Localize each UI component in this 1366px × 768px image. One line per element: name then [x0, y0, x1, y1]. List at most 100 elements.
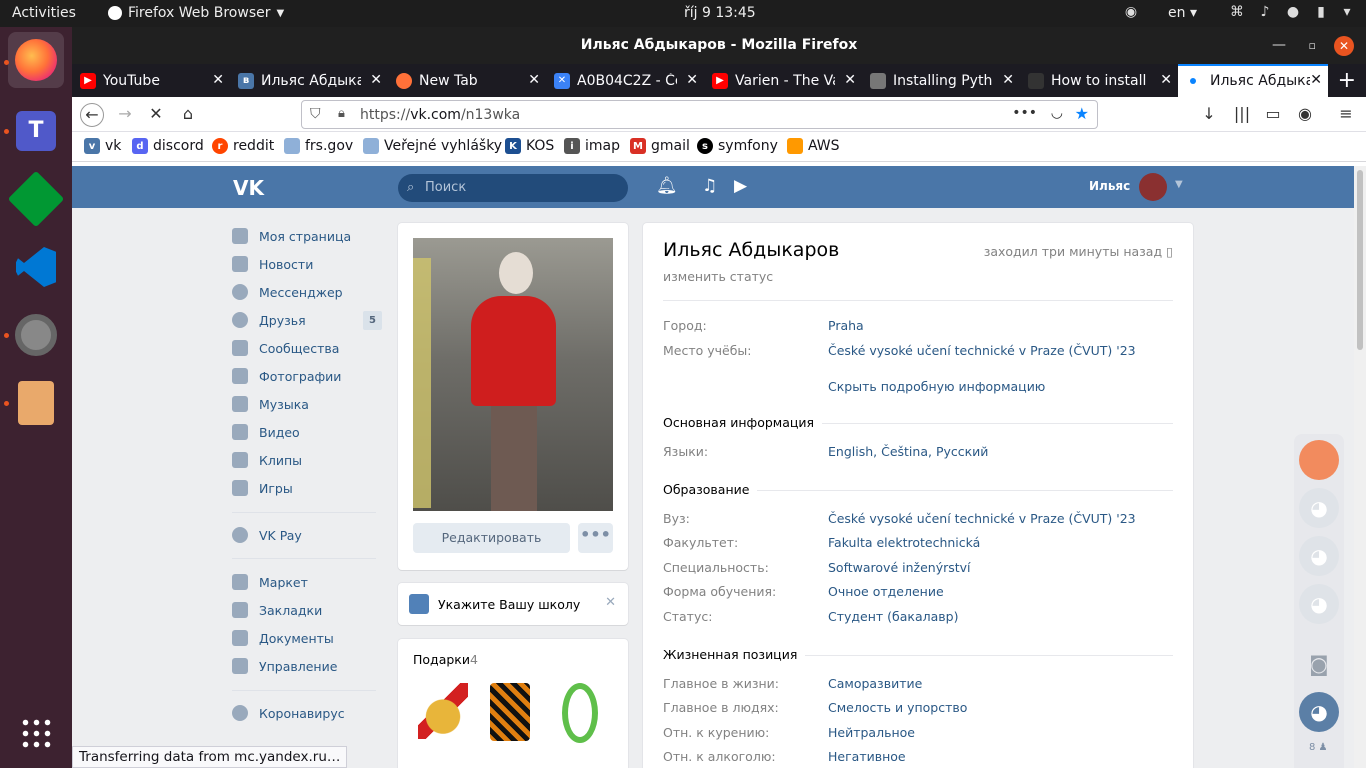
nav-clips[interactable]: Клипы: [232, 446, 382, 474]
study-value[interactable]: České vysoké učení technické v Praze (ČV…: [828, 343, 1136, 358]
microphone-icon[interactable]: ●: [1284, 4, 1302, 22]
pocket-icon[interactable]: ◡: [1051, 105, 1063, 121]
close-icon[interactable]: ✕: [605, 595, 616, 610]
hide-details-link[interactable]: Скрыть подробную информацию: [828, 379, 1045, 394]
dock-firefox[interactable]: [8, 32, 64, 88]
tab-youtube[interactable]: ▶ YouTube ✕: [72, 64, 230, 97]
close-tab-icon[interactable]: ✕: [212, 72, 224, 88]
sidebar-icon[interactable]: ▭: [1263, 104, 1283, 124]
bookmark-symfony[interactable]: s symfony: [697, 138, 778, 154]
life-main-value[interactable]: Саморазвитие: [828, 676, 922, 691]
alcohol-value[interactable]: Негативное: [828, 749, 906, 764]
bookmark-discord[interactable]: d discord: [132, 138, 204, 154]
dock-settings[interactable]: [8, 307, 64, 363]
bookmark-kos[interactable]: K KOS: [505, 138, 554, 154]
specialty-value[interactable]: Softwarové inženýrství: [828, 560, 971, 575]
system-menu-icon[interactable]: ▾: [1338, 4, 1356, 22]
volume-icon[interactable]: ♪: [1256, 4, 1274, 22]
stop-loading-button[interactable]: ✕: [146, 104, 166, 124]
close-tab-icon[interactable]: ✕: [528, 72, 540, 88]
close-tab-icon[interactable]: ✕: [686, 72, 698, 88]
notifications-bell-icon[interactable]: 🔔︎: [656, 176, 678, 196]
dock-vscode[interactable]: [8, 239, 64, 295]
url-text[interactable]: https://vk.com/n13wka: [360, 107, 520, 123]
user-name-short[interactable]: Ильяс: [1089, 179, 1130, 193]
nav-coronavirus[interactable]: Коронавирус: [232, 699, 382, 727]
friend-avatar[interactable]: [1299, 440, 1339, 480]
nav-documents[interactable]: Документы: [232, 624, 382, 652]
smoking-value[interactable]: Нейтральное: [828, 725, 915, 740]
language-link[interactable]: Čeština: [881, 444, 928, 459]
more-actions-button[interactable]: •••: [578, 523, 613, 553]
show-applications-button[interactable]: [8, 705, 64, 761]
close-tab-icon[interactable]: ✕: [370, 72, 382, 88]
tab-vk-active[interactable]: Ильяс Абдыка ✕: [1178, 64, 1328, 97]
address-bar[interactable]: ⛉ 🔒︎ https://vk.com/n13wka ••• ◡ ★: [301, 100, 1098, 129]
tab-new-tab[interactable]: New Tab ✕: [388, 64, 546, 97]
new-tab-button[interactable]: +: [1338, 68, 1356, 93]
nav-vk-pay[interactable]: VK Pay: [232, 521, 382, 549]
friend-avatar[interactable]: ◕: [1299, 692, 1339, 732]
battery-icon[interactable]: ▮: [1312, 4, 1330, 22]
nav-bookmarks[interactable]: Закладки: [232, 596, 382, 624]
close-tab-icon[interactable]: ✕: [1160, 72, 1172, 88]
maximize-button[interactable]: ▫: [1309, 27, 1316, 64]
bookmark-star-icon[interactable]: ★: [1075, 104, 1089, 123]
nav-news[interactable]: Новости: [232, 250, 382, 278]
search-input[interactable]: ⌕ Поиск: [398, 174, 628, 202]
minimize-button[interactable]: —: [1272, 27, 1286, 64]
nav-my-page[interactable]: Моя страница: [232, 222, 382, 250]
faculty-value[interactable]: Fakulta elektrotechnická: [828, 535, 980, 550]
menu-icon[interactable]: ≡: [1336, 104, 1356, 124]
city-value[interactable]: Praha: [828, 318, 864, 333]
gift-eight-icon[interactable]: [562, 683, 598, 743]
tab-vk-1[interactable]: в Ильяс Абдыка ✕: [230, 64, 388, 97]
gift-ribbon-icon[interactable]: [490, 683, 530, 741]
vk-logo[interactable]: VK: [233, 176, 264, 200]
music-icon[interactable]: ♫: [702, 176, 717, 196]
video-player-icon[interactable]: ▶: [734, 176, 747, 196]
university-value[interactable]: České vysoké učení technické v Praze (ČV…: [828, 511, 1136, 526]
dock-teams[interactable]: T: [8, 103, 64, 159]
forward-button[interactable]: →: [115, 104, 135, 124]
lock-icon[interactable]: 🔒︎: [338, 106, 345, 121]
nav-management[interactable]: Управление: [232, 652, 382, 680]
dock-archive-manager[interactable]: [8, 375, 64, 431]
close-tab-icon[interactable]: ✕: [1002, 72, 1014, 88]
bookmark-gmail[interactable]: Mgmail: [630, 138, 690, 154]
app-menu[interactable]: Firefox Web Browser ▼: [108, 5, 284, 21]
change-status-link[interactable]: изменить статус: [663, 269, 773, 284]
chevron-down-icon[interactable]: ▼: [1175, 179, 1183, 190]
bookmark-aws[interactable]: AWS: [787, 138, 840, 154]
bookmark-vk[interactable]: v vk: [84, 138, 121, 154]
notification-icon[interactable]: ◉: [1122, 4, 1140, 22]
bookmark-imap[interactable]: i imap: [564, 138, 620, 154]
language-link[interactable]: Русский: [936, 444, 988, 459]
nav-market[interactable]: Маркет: [232, 568, 382, 596]
close-button[interactable]: ✕: [1334, 36, 1354, 56]
network-icon[interactable]: ⌘: [1228, 4, 1246, 22]
nav-messenger[interactable]: Мессенджер: [232, 278, 382, 306]
tab-how-to-install[interactable]: How to install ✕: [1020, 64, 1178, 97]
student-status-value[interactable]: Студент (бакалавр): [828, 609, 958, 624]
downloads-icon[interactable]: ↓: [1199, 104, 1219, 124]
camera-icon[interactable]: ◙: [1299, 644, 1339, 684]
friend-avatar[interactable]: ◕: [1299, 536, 1339, 576]
language-link[interactable]: English: [828, 444, 873, 459]
gift-bell-icon[interactable]: [418, 683, 468, 739]
avatar[interactable]: [1139, 173, 1167, 201]
tab-installing-python[interactable]: Installing Pyth ✕: [862, 64, 1020, 97]
page-scrollbar[interactable]: [1354, 166, 1366, 768]
shield-icon[interactable]: ⛉: [310, 106, 321, 122]
keyboard-layout[interactable]: en ▾: [1168, 5, 1197, 21]
edit-profile-button[interactable]: Редактировать: [413, 523, 570, 553]
profile-photo[interactable]: [413, 238, 613, 511]
online-friends-count[interactable]: 8 ♟: [1309, 742, 1328, 753]
close-tab-icon[interactable]: ✕: [1310, 72, 1322, 88]
nav-photos[interactable]: Фотографии: [232, 362, 382, 390]
nav-friends[interactable]: Друзья 5: [232, 306, 382, 334]
scrollbar-thumb[interactable]: [1357, 170, 1363, 350]
nav-music[interactable]: Музыка: [232, 390, 382, 418]
friend-avatar[interactable]: ◕: [1299, 488, 1339, 528]
nav-games[interactable]: Игры: [232, 474, 382, 502]
